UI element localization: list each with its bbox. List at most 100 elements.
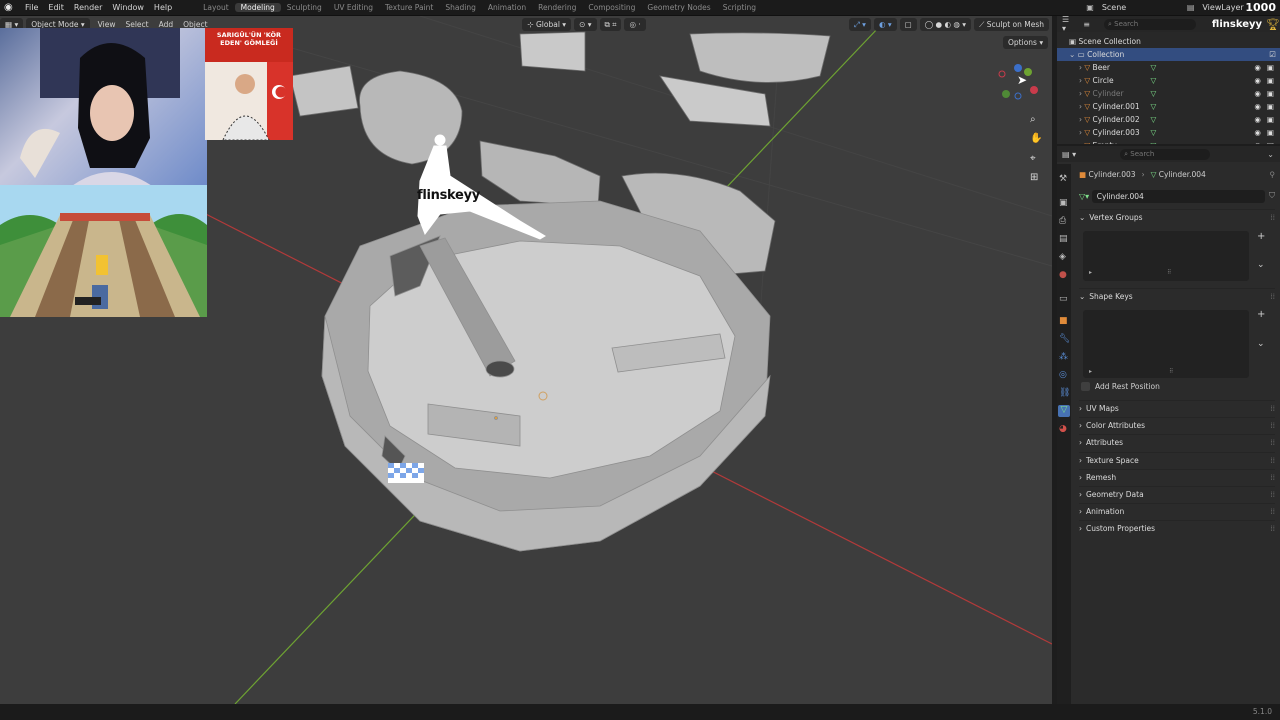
panel-animation[interactable]: › Animation ⁞⁞ — [1079, 503, 1275, 519]
outliner-search-input[interactable]: ⌕ Search — [1103, 18, 1196, 30]
add-vertex-group-button[interactable]: + — [1257, 231, 1265, 242]
perspective-toggle-icon[interactable]: ⊞ — [1030, 172, 1038, 183]
tab-geometry-nodes[interactable]: Geometry Nodes — [641, 3, 716, 12]
render-tab-icon[interactable]: ▣ — [1059, 198, 1068, 208]
camera-icon[interactable]: ▣ — [1267, 102, 1274, 111]
outliner-item-cylinder[interactable]: › ▽ Cylinder ▽ ◉ ▣ — [1057, 87, 1280, 100]
panel-vertex-groups[interactable]: ⌄ Vertex Groups ⁞⁞ — [1079, 209, 1275, 225]
expand-triangle-icon[interactable]: ▸ — [1089, 368, 1092, 375]
eye-icon[interactable]: ◉ — [1254, 63, 1261, 72]
properties-panel[interactable]: ▤ ▾ ⌕ Search ⌄ ⚒ ▣ ⎙ ▤ ◈ ● ▭ ■ 🔧︎ ⁂ ◎ ⛓︎… — [1057, 146, 1280, 704]
menu-edit[interactable]: Edit — [43, 3, 69, 12]
panel-uv-maps[interactable]: › UV Maps ⁞⁞ — [1079, 400, 1275, 416]
gizmo-toggle[interactable]: ⤢ ▾ — [848, 18, 871, 31]
tool-tab-icon[interactable]: ⚒ — [1059, 174, 1067, 184]
eye-icon[interactable]: ◉ — [1254, 115, 1261, 124]
scene-selector[interactable]: Scene — [1097, 3, 1187, 12]
orientation-dropdown[interactable]: ⊹ Global ▾ — [522, 18, 572, 31]
tab-modeling[interactable]: Modeling — [234, 3, 281, 12]
tab-shading[interactable]: Shading — [439, 3, 481, 12]
panel-custom-properties[interactable]: › Custom Properties ⁞⁞ — [1079, 520, 1275, 536]
scene-tab-icon[interactable]: ◈ — [1059, 252, 1066, 262]
chevron-down-icon[interactable]: ⌄ — [1267, 150, 1274, 159]
menu-render[interactable]: Render — [69, 3, 107, 12]
panel-geometry-data[interactable]: › Geometry Data ⁞⁞ — [1079, 486, 1275, 502]
panel-texture-space[interactable]: › Texture Space ⁞⁞ — [1079, 451, 1275, 468]
proportional-edit-toggle[interactable]: ◎ · — [624, 18, 646, 31]
drag-handle-icon[interactable]: ⁞⁞ — [1270, 473, 1275, 482]
drag-handle-icon[interactable]: ⁞⁞ — [1270, 507, 1275, 516]
modifier-tab-icon[interactable]: 🔧︎ — [1059, 334, 1070, 344]
outliner-panel[interactable]: ☰ ▾ ≡ ⌕ Search flinskeyy 🏆︎ ▣ Scene Coll… — [1057, 16, 1280, 144]
eye-icon[interactable]: ◉ — [1254, 76, 1261, 85]
object-tab-icon[interactable]: ■ — [1059, 316, 1068, 326]
menu-help[interactable]: Help — [149, 3, 177, 12]
outliner-row-scene-collection[interactable]: ▣ Scene Collection — [1057, 35, 1280, 48]
camera-view-icon[interactable]: ⌖ — [1030, 153, 1036, 164]
mesh-name-field[interactable]: Cylinder.004 — [1091, 189, 1265, 203]
drag-handle-icon[interactable]: ⁞⁞ — [1270, 404, 1275, 413]
outliner-item-cylinder-003[interactable]: › ▽ Cylinder.003 ▽ ◉ ▣ — [1057, 126, 1280, 139]
particles-tab-icon[interactable]: ⁂ — [1059, 352, 1068, 362]
panel-remesh[interactable]: › Remesh ⁞⁞ — [1079, 468, 1275, 485]
drag-handle-icon[interactable]: ⁞⁞ — [1270, 490, 1275, 499]
constraints-tab-icon[interactable]: ⛓︎ — [1059, 388, 1070, 398]
camera-icon[interactable]: ▣ — [1267, 63, 1274, 72]
outliner-item-beer[interactable]: › ▽ Beer ▽ ◉ ▣ — [1057, 61, 1280, 74]
outliner-item-cylinder-002[interactable]: › ▽ Cylinder.002 ▽ ◉ ▣ — [1057, 113, 1280, 126]
checkbox-icon[interactable]: ☑ — [1269, 50, 1276, 59]
camera-icon[interactable]: ▣ — [1267, 128, 1274, 137]
shape-key-menu-button[interactable]: ⌄ — [1257, 339, 1265, 349]
drag-handle-icon[interactable]: ⁞⁞ — [1270, 213, 1275, 222]
pin-icon[interactable]: ⚲ — [1270, 170, 1276, 179]
menu-file[interactable]: File — [20, 3, 43, 12]
physics-tab-icon[interactable]: ◎ — [1059, 370, 1067, 380]
view-layer-tab-icon[interactable]: ▤ — [1059, 234, 1068, 244]
tab-texture-paint[interactable]: Texture Paint — [379, 3, 439, 12]
options-dropdown[interactable]: Options ▾ — [1003, 36, 1049, 49]
snap-toggle[interactable]: ⧉ ⌗ — [599, 18, 622, 31]
eye-icon[interactable]: ◉ — [1254, 128, 1261, 137]
resize-grip-icon[interactable]: ⠿ — [1169, 368, 1173, 375]
tab-rendering[interactable]: Rendering — [532, 3, 582, 12]
vertex-group-menu-button[interactable]: ⌄ — [1257, 260, 1265, 270]
fake-user-shield-icon[interactable]: ⛉ — [1269, 191, 1275, 201]
panel-shape-keys[interactable]: ⌄ Shape Keys ⁞⁞ — [1079, 288, 1275, 304]
shading-modes[interactable]: ◯ ● ◐ ◍ ▾ — [919, 18, 972, 31]
properties-editor-icon[interactable]: ▤ ▾ — [1062, 150, 1076, 159]
collection-tab-icon[interactable]: ▭ — [1059, 294, 1068, 304]
filter-icon[interactable]: ≡ — [1083, 20, 1090, 29]
blender-logo-icon[interactable]: ◉ — [4, 2, 16, 14]
tab-sculpting[interactable]: Sculpting — [281, 3, 328, 12]
xray-toggle[interactable]: ▢ — [899, 18, 917, 31]
panel-color-attributes[interactable]: › Color Attributes ⁞⁞ — [1079, 417, 1275, 433]
sculpt-on-mesh-button[interactable]: ⟋ Sculpt on Mesh — [974, 18, 1049, 31]
outliner-row-collection[interactable]: ⌄ ▭ Collection ☑ — [1057, 48, 1280, 61]
menu-window[interactable]: Window — [107, 3, 149, 12]
add-shape-key-button[interactable]: + — [1257, 309, 1265, 320]
shape-keys-list[interactable]: ▸ ⠿ — [1083, 310, 1249, 378]
world-tab-icon[interactable]: ● — [1059, 270, 1067, 280]
tab-uv-editing[interactable]: UV Editing — [328, 3, 379, 12]
tab-compositing[interactable]: Compositing — [582, 3, 641, 12]
mesh-datablock-selector[interactable]: ▽▾ — [1079, 192, 1092, 201]
drag-handle-icon[interactable]: ⁞⁞ — [1270, 421, 1275, 430]
view-layer-selector[interactable]: ViewLayer — [1197, 3, 1245, 12]
tab-animation[interactable]: Animation — [482, 3, 532, 12]
drag-handle-icon[interactable]: ⁞⁞ — [1270, 456, 1275, 465]
outliner-item-empty[interactable]: › ▽ Empty▽◉▣ — [1057, 139, 1280, 144]
overlay-toggle[interactable]: ◐ ▾ — [873, 18, 897, 31]
pan-hand-icon[interactable]: ✋ — [1030, 133, 1042, 144]
tab-scripting[interactable]: Scripting — [717, 3, 762, 12]
chevron-down-icon[interactable]: ⌄ — [1069, 50, 1078, 59]
properties-search-input[interactable]: ⌕ Search — [1120, 148, 1211, 160]
camera-icon[interactable]: ▣ — [1267, 89, 1274, 98]
camera-icon[interactable]: ▣ — [1267, 115, 1274, 124]
expand-triangle-icon[interactable]: ▸ — [1089, 269, 1092, 276]
mesh-data-tab-icon[interactable]: ▽ — [1058, 405, 1070, 417]
outliner-editor-icon[interactable]: ☰ ▾ — [1062, 16, 1075, 33]
outliner-item-circle[interactable]: › ▽ Circle ▽ ◉ ▣ — [1057, 74, 1280, 87]
camera-icon[interactable]: ▣ — [1267, 76, 1274, 85]
resize-grip-icon[interactable]: ⠿ — [1167, 269, 1171, 276]
panel-attributes[interactable]: › Attributes ⁞⁞ — [1079, 434, 1275, 450]
